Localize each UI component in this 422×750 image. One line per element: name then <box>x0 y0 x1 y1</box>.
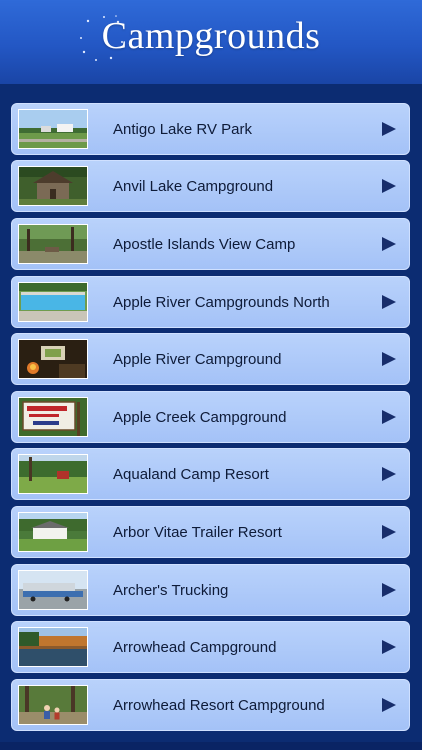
bottom-bar <box>0 742 422 750</box>
play-arrow-icon <box>382 525 396 539</box>
list-item-label: Antigo Lake RV Park <box>113 121 252 138</box>
play-arrow-icon <box>382 698 396 712</box>
rv-park-photo <box>18 109 88 149</box>
list-item[interactable]: Apple River Campgrounds North <box>11 276 410 328</box>
play-arrow-icon <box>382 583 396 597</box>
list-item-label: Apple Creek Campground <box>113 409 287 426</box>
campfire-photo <box>18 339 88 379</box>
list-item-label: Anvil Lake Campground <box>113 178 274 195</box>
list-item-label: Apple River Campground <box>113 351 282 368</box>
lake-view-photo <box>18 627 88 667</box>
list-item-label: Arrowhead Resort Campground <box>113 697 325 714</box>
page-title: Campgrounds <box>101 15 321 57</box>
list-item-label: Aqualand Camp Resort <box>113 466 269 483</box>
play-arrow-icon <box>382 352 396 366</box>
list-item[interactable]: Arbor Vitae Trailer Resort <box>11 506 410 558</box>
header-bar: Campgrounds <box>0 0 422 84</box>
wooded-campsite-photo <box>18 224 88 264</box>
list-item[interactable]: Apple Creek Campground <box>11 391 410 443</box>
swimming-pool-photo <box>18 282 88 322</box>
play-arrow-icon <box>382 295 396 309</box>
list-item-label: Arrowhead Campground <box>113 639 277 656</box>
campground-sign-photo <box>18 397 88 437</box>
trucks-photo <box>18 570 88 610</box>
play-arrow-icon <box>382 640 396 654</box>
list-item[interactable]: Archer's Trucking <box>11 564 410 616</box>
list-item[interactable]: Apple River Campground <box>11 333 410 385</box>
list-item-label: Arbor Vitae Trailer Resort <box>113 524 282 541</box>
play-arrow-icon <box>382 179 396 193</box>
list-item[interactable]: Apostle Islands View Camp <box>11 218 410 270</box>
list-item[interactable]: Aqualand Camp Resort <box>11 448 410 500</box>
forest-family-photo <box>18 685 88 725</box>
play-arrow-icon <box>382 237 396 251</box>
list-item-label: Archer's Trucking <box>113 582 229 599</box>
stone-cabin-photo <box>18 166 88 206</box>
list-item[interactable]: Arrowhead Resort Campground <box>11 679 410 731</box>
camp-resort-photo <box>18 454 88 494</box>
play-arrow-icon <box>382 467 396 481</box>
trailer-house-photo <box>18 512 88 552</box>
list-item[interactable]: Anvil Lake Campground <box>11 160 410 212</box>
list-item-label: Apostle Islands View Camp <box>113 236 296 253</box>
list-item-label: Apple River Campgrounds North <box>113 294 330 311</box>
list-item[interactable]: Arrowhead Campground <box>11 621 410 673</box>
list-item[interactable]: Antigo Lake RV Park <box>11 103 410 155</box>
play-arrow-icon <box>382 410 396 424</box>
campground-list: Antigo Lake RV Park Anvil Lake Campgroun… <box>0 84 422 750</box>
play-arrow-icon <box>382 122 396 136</box>
